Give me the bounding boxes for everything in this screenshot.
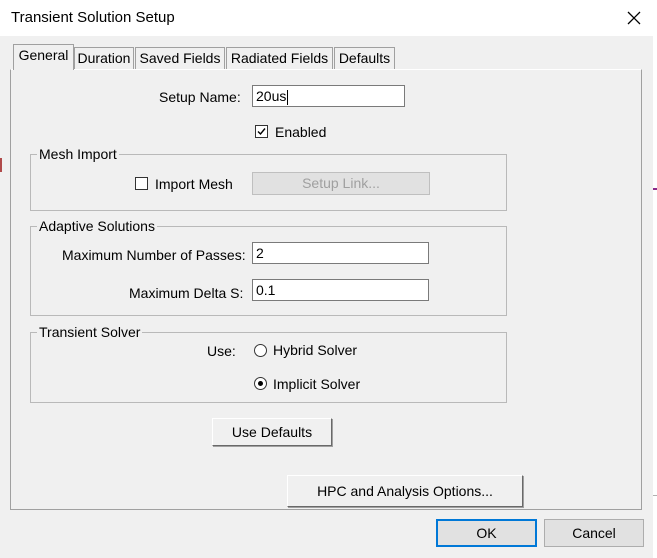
transient-solver-title: Transient Solver xyxy=(37,324,143,340)
background-edge-mark xyxy=(0,158,2,172)
max-delta-s-label: Maximum Delta S: xyxy=(129,285,244,301)
ok-label: OK xyxy=(476,525,497,541)
tab-radiated-fields[interactable]: Radiated Fields xyxy=(226,47,333,69)
adaptive-solutions-title: Adaptive Solutions xyxy=(37,218,157,234)
setup-name-value: 20us xyxy=(256,88,287,104)
cancel-button[interactable]: Cancel xyxy=(544,519,644,547)
text-caret xyxy=(287,89,289,105)
implicit-solver-label: Implicit Solver xyxy=(273,376,361,392)
tab-label: General xyxy=(18,47,69,63)
use-defaults-label: Use Defaults xyxy=(231,424,313,440)
hpc-analysis-options-button[interactable]: HPC and Analysis Options... xyxy=(287,475,523,507)
hybrid-solver-radio[interactable] xyxy=(254,344,267,357)
tab-label: Defaults xyxy=(338,50,391,66)
use-defaults-button[interactable]: Use Defaults xyxy=(212,418,332,446)
tab-defaults[interactable]: Defaults xyxy=(334,47,395,69)
background-edge-mark xyxy=(653,495,657,496)
max-passes-label: Maximum Number of Passes: xyxy=(62,247,246,263)
window-title: Transient Solution Setup xyxy=(11,9,175,26)
setup-link-label: Setup Link... xyxy=(302,175,380,191)
setup-link-button[interactable]: Setup Link... xyxy=(252,172,430,195)
import-mesh-label: Import Mesh xyxy=(155,176,233,192)
title-bar[interactable]: Transient Solution Setup xyxy=(0,0,657,36)
transient-solution-setup-dialog: Transient Solution Setup General Duratio… xyxy=(0,0,657,558)
max-delta-s-value: 0.1 xyxy=(256,282,276,298)
hybrid-solver-label: Hybrid Solver xyxy=(273,342,358,358)
tab-label: Radiated Fields xyxy=(230,50,329,66)
tab-general[interactable]: General xyxy=(13,44,74,70)
setup-name-label: Setup Name: xyxy=(159,89,241,105)
tab-saved-fields[interactable]: Saved Fields xyxy=(135,47,225,69)
max-passes-value: 2 xyxy=(256,245,264,261)
cancel-label: Cancel xyxy=(572,525,616,541)
enabled-label: Enabled xyxy=(275,124,327,140)
implicit-solver-radio[interactable] xyxy=(254,377,267,390)
enabled-checkbox[interactable] xyxy=(255,125,268,138)
close-button[interactable] xyxy=(611,0,657,36)
checkmark-icon xyxy=(257,128,266,136)
import-mesh-checkbox[interactable] xyxy=(135,177,148,190)
transient-solver-group: Transient Solver xyxy=(30,324,507,403)
hpc-analysis-options-label: HPC and Analysis Options... xyxy=(317,483,493,499)
max-delta-s-input[interactable]: 0.1 xyxy=(252,279,429,301)
tab-label: Saved Fields xyxy=(139,50,221,66)
close-icon xyxy=(627,11,641,25)
background-edge xyxy=(653,36,657,558)
ok-button[interactable]: OK xyxy=(436,519,537,547)
tab-duration[interactable]: Duration xyxy=(74,47,134,69)
max-passes-input[interactable]: 2 xyxy=(252,242,429,264)
use-label: Use: xyxy=(207,343,236,359)
mesh-import-title: Mesh Import xyxy=(37,146,119,162)
setup-name-input[interactable]: 20us xyxy=(252,85,405,107)
adaptive-solutions-group: Adaptive Solutions xyxy=(30,218,507,316)
tab-label: Duration xyxy=(77,50,131,66)
radio-selected-dot xyxy=(258,381,263,386)
background-edge-mark xyxy=(653,188,657,190)
